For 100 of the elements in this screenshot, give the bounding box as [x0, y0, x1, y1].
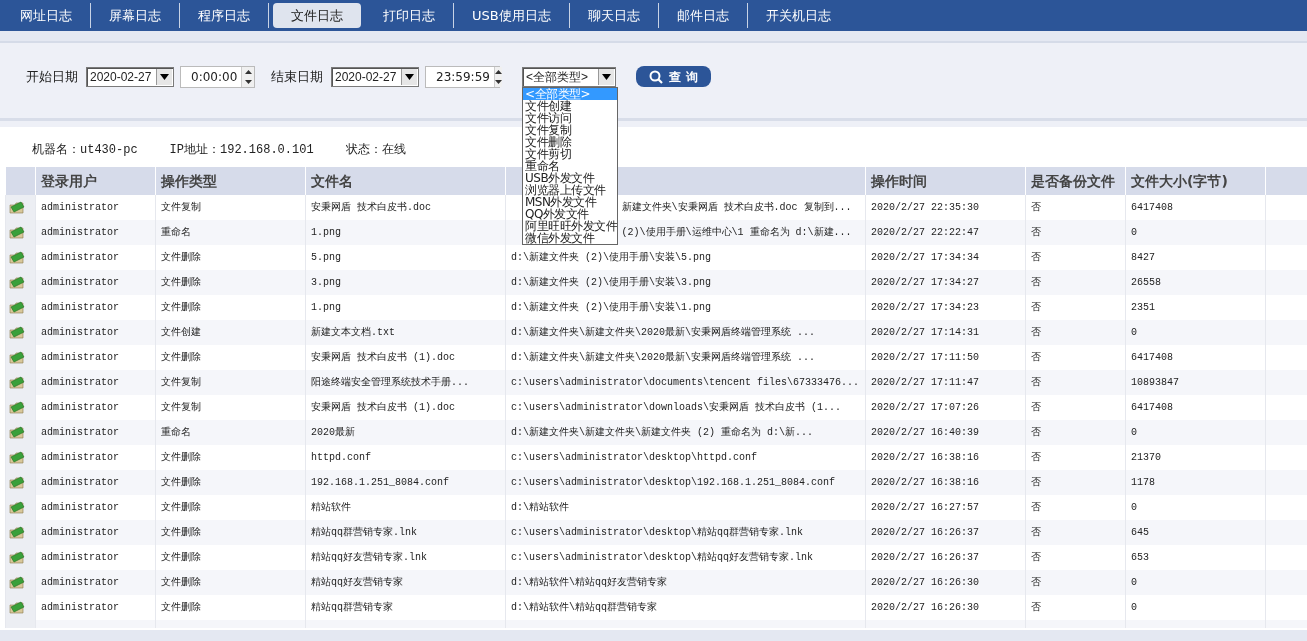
table-cell: administrator [41, 277, 119, 288]
table-cell: administrator [41, 552, 119, 563]
table-cell: 文件删除 [161, 252, 201, 263]
table-cell: administrator [41, 352, 119, 363]
table-cell: administrator [41, 302, 119, 313]
table-cell: c:\users\administrator\desktop\精站qq群营销专家.lnk [511, 527, 804, 538]
table-cell: d:\新建文件夹 (2)\使用手册\安装\3.png [511, 277, 711, 288]
table-cell: 精站qq群营销专家 [311, 602, 393, 613]
tab[interactable]: 聊天日志 [569, 3, 659, 28]
table-cell: 2020/2/27 16:26:30 [871, 577, 980, 588]
time-spinner[interactable]: 23:59:59 [425, 65, 500, 88]
table-cell: 文件删除 [161, 577, 201, 588]
table-cell: 否 [1031, 202, 1041, 213]
dropdown-option[interactable]: 文件复制 [523, 123, 617, 136]
table-cell: administrator [41, 602, 119, 613]
column-header: 登录用户 [41, 172, 97, 189]
table-cell: administrator [41, 577, 119, 588]
table-cell: 新建文本文档.txt [311, 327, 395, 338]
tab[interactable]: 邮件日志 [658, 3, 748, 28]
table-cell: 0 [1131, 602, 1137, 613]
dropdown-option[interactable]: 文件剪切 [523, 147, 617, 160]
table-cell: 0 [1131, 427, 1137, 438]
time-spinner[interactable]: 0:00:00 [180, 65, 255, 88]
file-icon [9, 250, 25, 265]
tab[interactable]: USB使用日志 [454, 3, 570, 28]
table-cell: 2020/2/27 16:40:39 [871, 427, 980, 438]
table-cell: 否 [1031, 602, 1041, 613]
table-cell: administrator [41, 402, 119, 413]
table-cell: 文件复制 [161, 402, 201, 413]
table-cell: 文件删除 [161, 602, 201, 613]
table-cell: 2020/2/27 16:27:57 [871, 502, 980, 513]
table-cell: 文件删除 [161, 477, 201, 488]
table-cell: 8427 [1131, 252, 1155, 263]
tab[interactable]: 程序日志 [180, 3, 269, 28]
table-cell: c:\users\administrator\downloads\安秉网盾 技术白皮书 (1... [511, 402, 842, 413]
table-cell: 文件创建 [161, 327, 201, 338]
table-cell: c:\users\administrator\desktop\httpd.conf [511, 452, 758, 463]
dropdown-option[interactable]: 阿里旺旺外发文件 [523, 219, 617, 232]
table-cell: 2020/2/27 17:14:31 [871, 327, 980, 338]
table-cell: 2020/2/27 16:26:37 [871, 527, 980, 538]
column-header: 操作类型 [161, 172, 217, 189]
spin-up-icon[interactable] [494, 69, 502, 74]
table-cell: 1.png [311, 302, 341, 313]
tab[interactable]: 开关机日志 [747, 3, 849, 28]
search-button[interactable]: 查 询 [636, 66, 711, 87]
table-cell: 2351 [1131, 302, 1155, 313]
table-cell: 否 [1031, 577, 1041, 588]
dropdown-option[interactable]: 文件访问 [523, 111, 617, 124]
table-cell: 2020/2/27 17:07:26 [871, 402, 980, 413]
tab[interactable]: 网址日志 [2, 3, 91, 28]
tab[interactable]: 文件日志 [273, 3, 361, 28]
table-cell: 文件复制 [161, 377, 201, 388]
table-cell: 否 [1031, 477, 1041, 488]
table-cell: c:\users\administrator\documents\tencent files\67333476... [511, 377, 860, 388]
table-cell: 否 [1031, 452, 1041, 463]
dropdown-option[interactable]: 微信外发文件 [523, 231, 617, 244]
table-cell: 2020/2/27 17:34:23 [871, 302, 980, 313]
dropdown-option[interactable]: QQ外发文件 [523, 207, 617, 220]
file-icon [9, 500, 25, 515]
table-cell: administrator [41, 327, 119, 338]
table-cell: 文件删除 [161, 502, 201, 513]
column-header: 操作时间 [871, 172, 927, 189]
table-cell: 安秉网盾 技术白皮书 (1).doc [311, 402, 455, 413]
table-cell: 0 [1131, 502, 1137, 513]
table-cell: 2020/2/27 17:34:27 [871, 277, 980, 288]
table-cell: 2020/2/27 16:26:37 [871, 552, 980, 563]
table-cell: c:\users\administrator\desktop\精站qq好友营销专家.lnk [511, 552, 814, 563]
file-icon [9, 450, 25, 465]
table-cell: 文件删除 [161, 527, 201, 538]
spin-down-icon[interactable] [244, 79, 252, 84]
dropdown-option[interactable]: 文件创建 [523, 99, 617, 112]
tab[interactable]: 屏幕日志 [91, 3, 180, 28]
file-icon [9, 300, 25, 315]
column-header: 文件名 [311, 172, 353, 189]
table-cell: 文件删除 [161, 552, 201, 563]
table-cell: 2020/2/27 17:34:34 [871, 252, 980, 263]
table-cell: administrator [41, 477, 119, 488]
table-cell: 2020/2/27 22:22:47 [871, 227, 980, 238]
table-cell: 2020/2/27 22:35:30 [871, 202, 980, 213]
table-cell: 否 [1031, 277, 1041, 288]
dropdown-option[interactable]: USB外发文件 [523, 171, 617, 184]
table-cell: 重命名 [161, 427, 191, 438]
date-select[interactable]: 2020-02-27 [331, 66, 419, 87]
tab[interactable]: 打印日志 [365, 3, 454, 28]
dropdown-option[interactable]: MSN外发文件 [523, 195, 617, 208]
table-cell: administrator [41, 427, 119, 438]
file-icon [9, 200, 25, 215]
dropdown-option[interactable]: 重命名 [523, 159, 617, 172]
spin-up-icon[interactable] [244, 69, 252, 74]
dropdown-option[interactable]: 文件删除 [523, 135, 617, 148]
spin-down-icon[interactable] [494, 79, 502, 84]
date-select[interactable]: 2020-02-27 [86, 66, 174, 87]
table-cell: 否 [1031, 302, 1041, 313]
dropdown-option[interactable]: 浏览器上传文件 [523, 183, 617, 196]
dropdown-arrow-icon [405, 73, 414, 80]
table-cell: c:\users\administrator\desktop\192.168.1.251_8084.conf [511, 477, 836, 488]
type-select[interactable]: <全部类型> [522, 66, 616, 87]
table-cell: 否 [1031, 252, 1041, 263]
table-cell: administrator [41, 227, 119, 238]
table-cell: 5.png [311, 252, 341, 263]
